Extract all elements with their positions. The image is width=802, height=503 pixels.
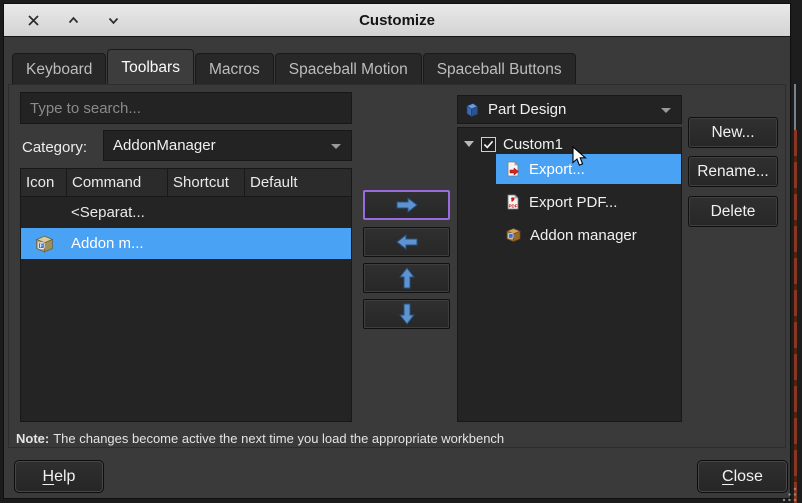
addon-manager-box-icon: F [35, 235, 53, 252]
window-title: Customize [359, 11, 435, 29]
delete-button[interactable]: Delete [688, 196, 778, 227]
tree-item-custom1[interactable]: Custom1 [464, 132, 563, 156]
tabbar: Keyboard Toolbars Macros Spaceball Motio… [12, 49, 577, 85]
column-header-command[interactable]: Command [67, 169, 168, 196]
check-icon [483, 140, 494, 149]
help-button[interactable]: Help [14, 460, 104, 493]
tab-spaceball-buttons[interactable]: Spaceball Buttons [422, 53, 576, 85]
column-header-default[interactable]: Default [245, 169, 351, 196]
new-button[interactable]: New... [688, 117, 778, 148]
category-label: Category: [22, 138, 88, 156]
background-red-line [794, 130, 797, 503]
tree-item-export[interactable]: Export... [496, 154, 681, 184]
window-maximize-button[interactable] [66, 13, 80, 27]
commands-table-header: Icon Command Shortcut Default [21, 169, 351, 197]
move-left-button[interactable] [363, 227, 450, 257]
tree-item-addon-manager[interactable]: Addon manager [505, 220, 637, 250]
chevron-up-icon [68, 16, 78, 23]
tab-keyboard[interactable]: Keyboard [12, 53, 107, 85]
svg-text:F: F [39, 243, 42, 249]
resize-grip-icon [782, 487, 797, 502]
arrow-right-icon [396, 197, 418, 213]
titlebar[interactable]: Customize [4, 4, 790, 37]
addon-manager-box-icon [506, 228, 521, 243]
arrow-up-icon [398, 267, 415, 289]
window-close-button[interactable] [26, 13, 40, 27]
workbench-value: Part Design [488, 101, 567, 118]
category-select[interactable]: AddonManager [103, 130, 352, 161]
arrow-down-icon [398, 303, 415, 325]
search-input[interactable] [20, 92, 352, 124]
move-up-button[interactable] [363, 263, 450, 293]
tab-spaceball-motion[interactable]: Spaceball Motion [274, 53, 422, 85]
tab-toolbars[interactable]: Toolbars [107, 49, 194, 85]
resize-grip[interactable] [780, 486, 798, 503]
arrow-left-icon [395, 234, 417, 250]
workbench-select[interactable]: Part Design [457, 95, 682, 124]
close-button[interactable]: Close [697, 460, 788, 493]
custom-toolbar-tree: Custom1 Export... PDF Export PDF... Addo… [457, 127, 682, 422]
close-icon [27, 14, 39, 26]
move-right-button[interactable] [363, 190, 450, 220]
svg-text:PDF: PDF [509, 203, 518, 208]
column-header-icon[interactable]: Icon [21, 169, 67, 196]
chevron-down-icon [331, 143, 341, 149]
part-design-icon [466, 102, 479, 117]
export-pdf-icon: PDF [507, 194, 519, 210]
note-text: Note: The changes become active the next … [16, 431, 505, 446]
command-row-addon-manager[interactable]: F Addon m... [21, 228, 351, 259]
background-gray-line [794, 84, 796, 130]
command-row-separator[interactable]: <Separat... [21, 197, 351, 228]
chevron-down-icon [108, 17, 118, 24]
tab-macros[interactable]: Macros [194, 53, 274, 85]
rename-button[interactable]: Rename... [688, 156, 778, 187]
move-down-button[interactable] [363, 299, 450, 329]
chevron-down-icon [661, 107, 671, 113]
window-minimize-button[interactable] [106, 13, 120, 27]
screen: Customize Keyboard Toolbars Macros Space… [0, 0, 802, 503]
column-header-shortcut[interactable]: Shortcut [168, 169, 245, 196]
commands-table: Icon Command Shortcut Default <Separat..… [20, 168, 352, 422]
expander-icon[interactable] [464, 141, 474, 147]
export-file-icon [507, 161, 519, 177]
custom1-checkbox[interactable] [481, 136, 496, 152]
tree-item-export-pdf[interactable]: PDF Export PDF... [505, 187, 617, 217]
category-value: AddonManager [113, 137, 216, 154]
